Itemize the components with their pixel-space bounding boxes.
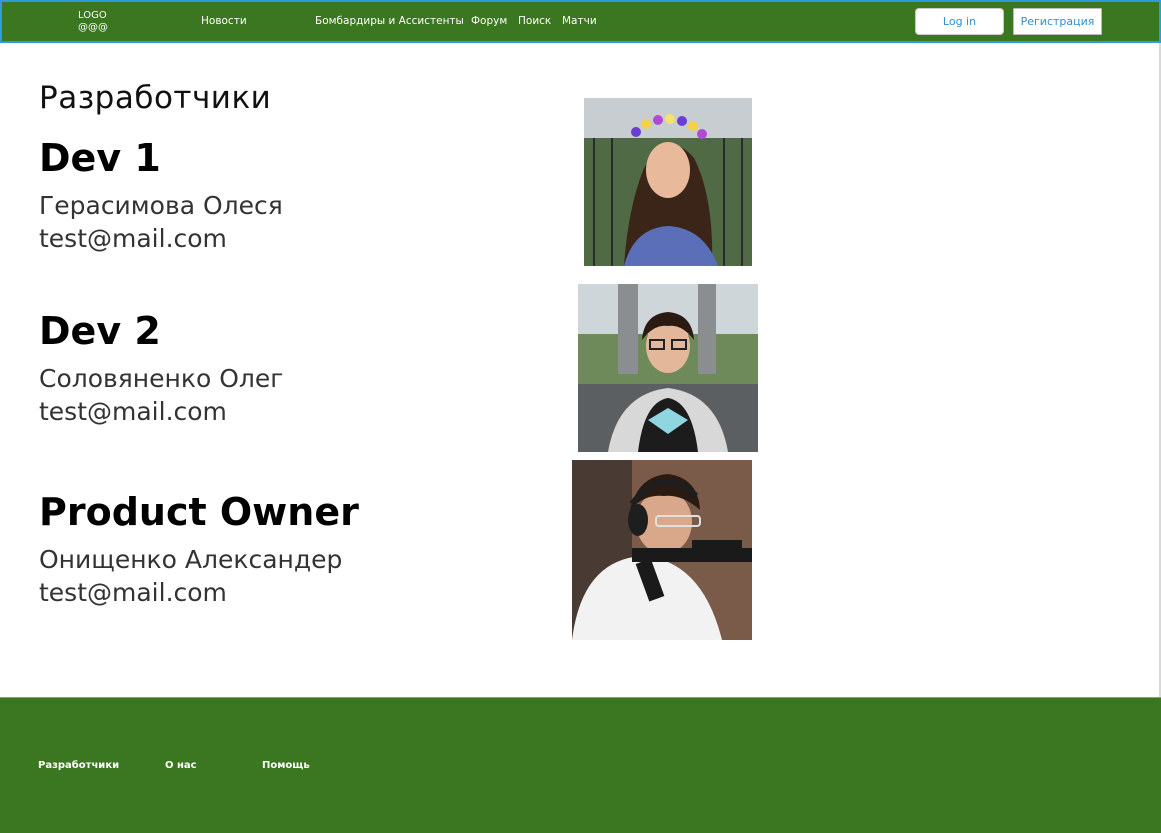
dev-role: Dev 1 [39, 136, 161, 180]
dev-role: Product Owner [39, 490, 359, 534]
dev-role: Dev 2 [39, 309, 161, 353]
top-nav-bar: LOGO @@@ Новости Бомбардиры и Ассистенты… [0, 0, 1161, 43]
dev-photo [578, 284, 758, 452]
footer-link-developers[interactable]: Разработчики [38, 760, 119, 771]
dev-photo [584, 98, 752, 266]
logo-text: LOGO [78, 10, 107, 21]
footer-link-help[interactable]: Помощь [262, 760, 310, 771]
nav-news[interactable]: Новости [201, 15, 247, 27]
portrait-image [572, 460, 752, 640]
nav-forum[interactable]: Форум [471, 15, 507, 27]
login-button[interactable]: Log in [915, 8, 1004, 35]
portrait-image [578, 284, 758, 452]
footer-link-about[interactable]: О нас [165, 760, 197, 771]
nav-scorers[interactable]: Бомбардиры и Ассистенты [315, 15, 464, 27]
footer: Разработчики О нас Помощь [0, 697, 1161, 833]
dev-email: test@mail.com [39, 578, 227, 607]
register-button[interactable]: Регистрация [1013, 8, 1102, 35]
dev-email: test@mail.com [39, 397, 227, 426]
logo[interactable]: LOGO @@@ [78, 10, 108, 34]
portrait-image [584, 98, 752, 266]
dev-name: Соловяненко Олег [39, 364, 284, 393]
dev-photo [572, 460, 752, 640]
dev-name: Онищенко Александер [39, 545, 343, 574]
dev-email: test@mail.com [39, 224, 227, 253]
page-title: Разработчики [39, 80, 272, 116]
page: LOGO @@@ Новости Бомбардиры и Ассистенты… [0, 0, 1161, 833]
nav-matches[interactable]: Матчи [562, 15, 597, 27]
dev-name: Герасимова Олеся [39, 191, 283, 220]
nav-search[interactable]: Поиск [518, 15, 551, 27]
logo-subtext: @@@ [78, 22, 108, 33]
